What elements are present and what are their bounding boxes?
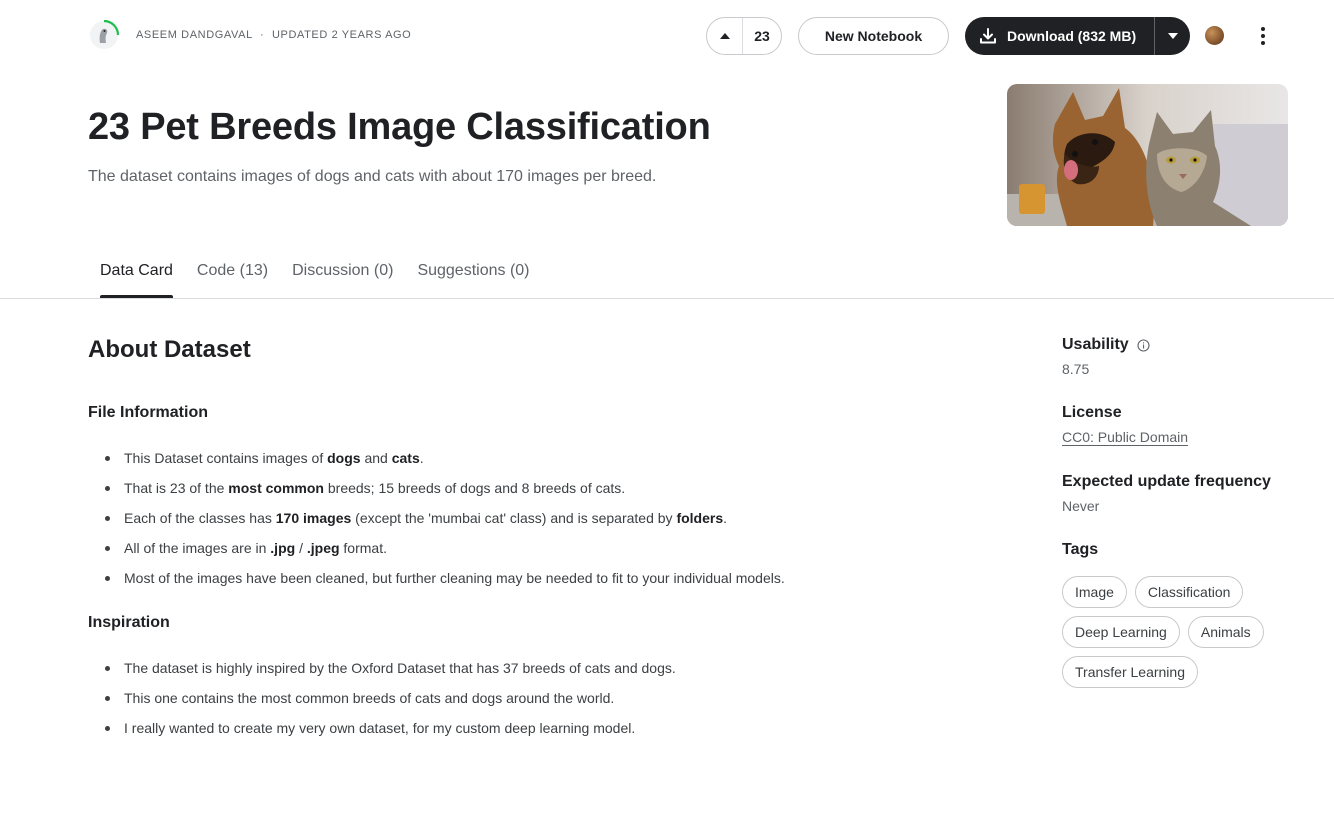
list-item: Most of the images have been cleaned, bu… [88, 568, 785, 598]
text: All of the images are in [124, 540, 271, 556]
tag-list: Image Classification Deep Learning Anima… [1062, 576, 1302, 688]
text: (except the 'mumbai cat' class) and is s… [351, 510, 677, 526]
bold-text: most common [228, 480, 324, 496]
text: Most of the images have been cleaned, bu… [124, 570, 785, 586]
text: . [723, 510, 728, 526]
text: format. [339, 540, 387, 556]
updated-text: UPDATED 2 YEARS AGO [271, 29, 412, 41]
bold-text: .jpg [270, 540, 296, 556]
bold-text: dogs [327, 450, 361, 466]
inspiration-heading: Inspiration [88, 614, 170, 631]
download-button-group: Download (832 MB) [965, 17, 1190, 55]
usability-heading: Usability [1062, 336, 1150, 354]
file-information-heading: File Information [88, 404, 208, 421]
dataset-author: ASEEM DANDGAVAL · UPDATED 2 YEARS AGO [88, 19, 411, 51]
text: The dataset is highly inspired by the Ox… [124, 660, 676, 676]
author-name[interactable]: ASEEM DANDGAVAL [136, 29, 252, 41]
bold-text: folders [676, 510, 724, 526]
user-avatar-icon[interactable] [1205, 26, 1224, 45]
text: . [419, 450, 424, 466]
about-heading: About Dataset [88, 336, 251, 363]
tabs-divider [0, 298, 1334, 299]
text: Each of the classes has [124, 510, 276, 526]
page-subtitle: The dataset contains images of dogs and … [88, 168, 657, 185]
tag-chip[interactable]: Image [1062, 576, 1127, 608]
license-value: CC0: Public Domain [1062, 429, 1189, 446]
download-options-button[interactable] [1154, 17, 1190, 55]
tab-suggestions[interactable]: Suggestions (0) [405, 262, 541, 298]
page-title: 23 Pet Breeds Image Classification [88, 106, 711, 148]
info-icon[interactable] [1137, 338, 1150, 352]
tag-chip[interactable]: Deep Learning [1062, 616, 1180, 648]
upvote-count: 23 [754, 28, 770, 44]
text: and [360, 450, 392, 466]
usability-label: Usability [1062, 336, 1129, 353]
bold-text: .jpeg [306, 540, 340, 556]
caret-down-icon [1167, 33, 1178, 39]
upvote-control: 23 [706, 17, 782, 55]
tab-discussion[interactable]: Discussion (0) [280, 262, 405, 298]
list-item: This Dataset contains images of dogs and… [88, 448, 785, 478]
upvote-arrow-icon[interactable] [707, 18, 743, 54]
bold-text: cats [391, 450, 420, 466]
tags-heading: Tags [1062, 541, 1099, 558]
usability-value: 8.75 [1062, 361, 1090, 377]
bold-text: 170 images [275, 510, 352, 526]
inspiration-list: The dataset is highly inspired by the Ox… [88, 658, 676, 748]
tag-chip[interactable]: Animals [1187, 616, 1264, 648]
download-icon [980, 28, 996, 44]
text: / [295, 540, 307, 556]
text: I really wanted to create my very own da… [124, 720, 636, 736]
text: This Dataset contains images of [124, 450, 328, 466]
license-heading: License [1062, 404, 1122, 421]
author-meta: ASEEM DANDGAVAL · UPDATED 2 YEARS AGO [136, 29, 411, 41]
list-item: Each of the classes has 170 images (exce… [88, 508, 785, 538]
new-notebook-button[interactable]: New Notebook [798, 17, 949, 55]
license-link[interactable]: CC0: Public Domain [1062, 429, 1189, 446]
text: That is 23 of the [124, 480, 229, 496]
list-item: I really wanted to create my very own da… [88, 718, 676, 748]
dataset-tabs: Data Card Code (13) Discussion (0) Sugge… [88, 262, 542, 298]
text: breeds; 15 breeds of dogs and 8 breeds o… [323, 480, 626, 496]
tab-data-card[interactable]: Data Card [88, 262, 185, 298]
author-avatar-icon[interactable] [88, 19, 120, 51]
tag-chip[interactable]: Classification [1134, 576, 1244, 608]
update-frequency-value: Never [1062, 498, 1100, 514]
text: This one contains the most common breeds… [124, 690, 615, 706]
tag-chip[interactable]: Transfer Learning [1062, 656, 1198, 688]
list-item: All of the images are in .jpg / .jpeg fo… [88, 538, 785, 568]
list-item: This one contains the most common breeds… [88, 688, 676, 718]
list-item: That is 23 of the most common breeds; 15… [88, 478, 785, 508]
download-button[interactable]: Download (832 MB) [965, 17, 1154, 55]
tab-code[interactable]: Code (13) [185, 262, 280, 298]
list-item: The dataset is highly inspired by the Ox… [88, 658, 676, 688]
file-information-list: This Dataset contains images of dogs and… [88, 448, 785, 598]
update-frequency-heading: Expected update frequency [1062, 473, 1271, 490]
more-vert-icon[interactable] [1252, 22, 1274, 50]
download-label: Download (832 MB) [1007, 28, 1137, 44]
cover-image [1007, 84, 1288, 226]
meta-separator: · [260, 29, 265, 41]
